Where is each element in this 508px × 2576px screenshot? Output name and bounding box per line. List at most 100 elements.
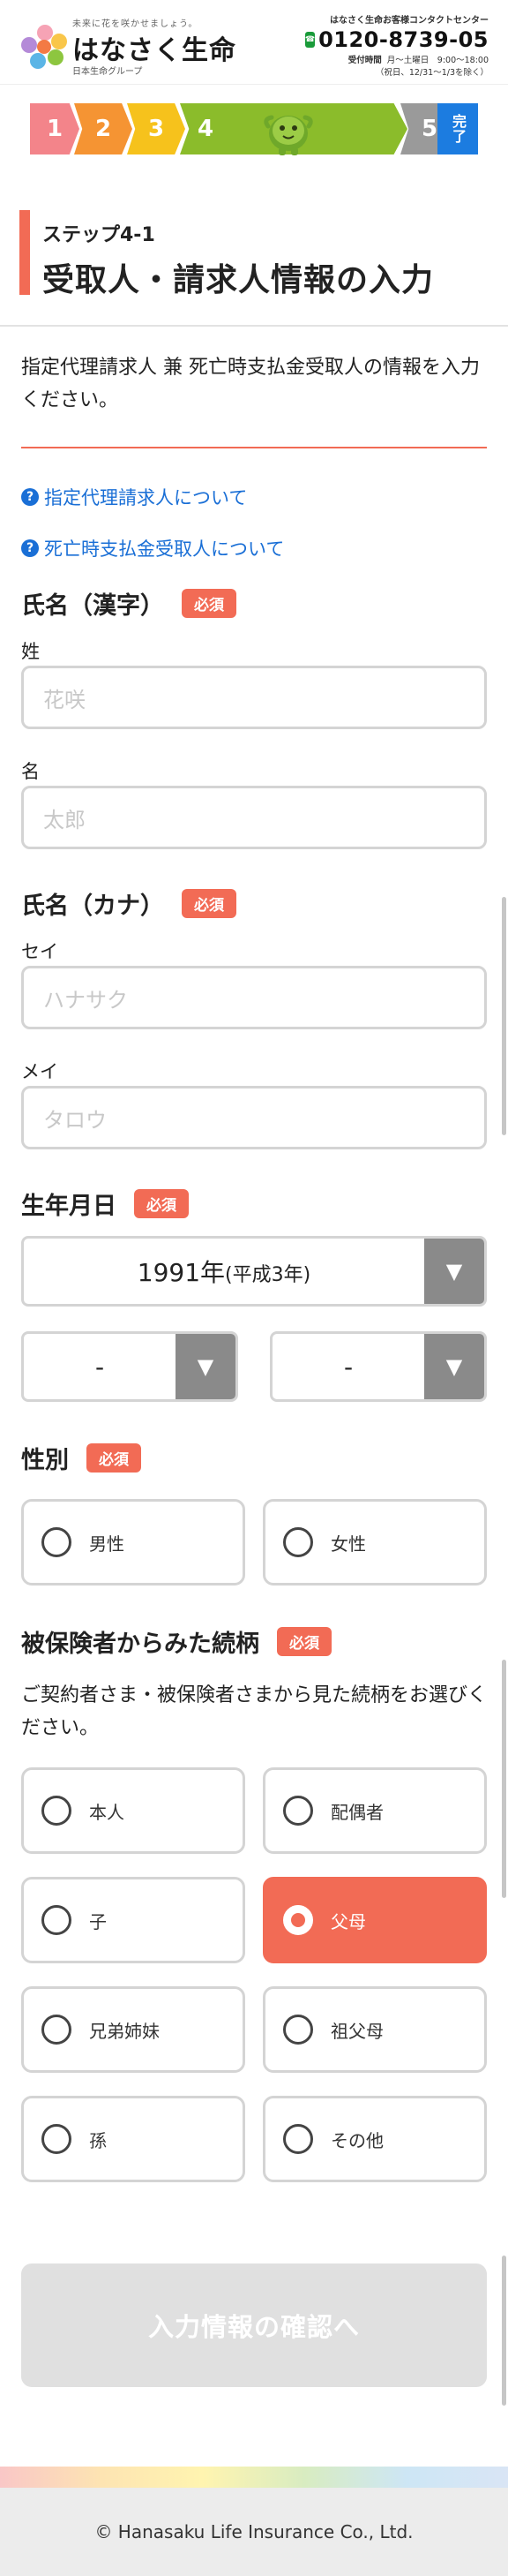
radio-label: 父母 [331, 1910, 366, 1932]
step-complete: 完了 [437, 103, 478, 154]
step-subtitle: ステップ4-1 [42, 224, 155, 246]
mei-kanji-input[interactable]: 太郎 [21, 786, 487, 849]
logo-tagline: 未来に花を咲かせましょう。 [72, 19, 198, 29]
radio-label: 孫 [89, 2129, 107, 2151]
sei-kanji-input[interactable]: 花咲 [21, 666, 487, 729]
relationship-option-other[interactable]: その他 [263, 2096, 487, 2182]
radio-icon [283, 1527, 313, 1557]
radio-label: 男性 [89, 1533, 124, 1555]
scrollbar[interactable] [502, 897, 506, 1135]
gender-heading: 性別 必須 [21, 1441, 141, 1475]
logo-subtitle: 日本生命グループ [72, 67, 143, 77]
relationship-heading: 被保険者からみた続柄 必須 [21, 1624, 332, 1659]
divider [0, 325, 508, 327]
page-title-block: ステップ4-1 受取人・請求人情報の入力 [19, 210, 478, 298]
dropdown-arrow-icon: ▼ [424, 1334, 484, 1399]
birth-day-value: - [343, 1352, 354, 1382]
birth-year-text: 1991年 [137, 1258, 226, 1287]
dropdown-arrow-icon: ▼ [424, 1239, 484, 1304]
radio-icon [41, 2015, 71, 2045]
radio-icon [41, 1905, 71, 1935]
birth-day-select[interactable]: - ▼ [270, 1331, 487, 1402]
radio-selected-icon [283, 1905, 313, 1935]
relationship-label: 被保険者からみた続柄 [21, 1631, 259, 1658]
gender-label: 性別 [21, 1447, 69, 1474]
radio-label: 女性 [331, 1533, 366, 1555]
sei-kana-input[interactable]: ハナサク [21, 966, 487, 1029]
radio-icon [283, 1796, 313, 1826]
mei-kana-input[interactable]: タロウ [21, 1086, 487, 1149]
sei-kanji-label: 姓 [21, 641, 40, 662]
name-kanji-heading: 氏名（漢字） 必須 [21, 586, 236, 621]
relationship-option-self[interactable]: 本人 [21, 1767, 245, 1854]
scrollbar[interactable] [502, 2256, 506, 2406]
footer-gradient-band [0, 2467, 508, 2488]
help-link-proxy-claimant[interactable]: ? 指定代理請求人について [21, 484, 247, 510]
accent-divider [21, 447, 487, 448]
radio-label: 配偶者 [331, 1801, 384, 1823]
name-kana-heading: 氏名（カナ） 必須 [21, 886, 236, 921]
birthdate-label: 生年月日 [21, 1193, 116, 1220]
radio-label: その他 [331, 2129, 384, 2151]
confirm-button[interactable]: 入力情報の確認へ [21, 2263, 487, 2387]
required-badge: 必須 [182, 589, 236, 618]
contact-hours: 受付時間 月〜土曜日 9:00〜18:00 [312, 53, 489, 65]
hours-value: 月〜土曜日 9:00〜18:00 [386, 56, 489, 65]
relationship-option-spouse[interactable]: 配偶者 [263, 1767, 487, 1854]
flower-logo-icon [21, 25, 69, 72]
scrollbar[interactable] [502, 1660, 506, 1898]
question-icon: ? [21, 488, 39, 506]
step-3: 3 [127, 103, 185, 154]
hours-label: 受付時間 [347, 56, 382, 65]
mei-kana-label: メイ [21, 1061, 58, 1082]
page-title: 受取人・請求人情報の入力 [42, 262, 435, 298]
relationship-option-grandparent[interactable]: 祖父母 [263, 1986, 487, 2073]
help-link-death-beneficiary[interactable]: ? 死亡時支払金受取人について [21, 535, 284, 561]
birth-month-value: - [94, 1352, 105, 1382]
contact-title: はなさく生命お客様コンタクトセンター [330, 16, 489, 26]
birth-year-era: (平成3年) [225, 1264, 311, 1286]
radio-label: 本人 [89, 1801, 124, 1823]
radio-icon [283, 2124, 313, 2154]
relationship-description: ご契約者さま・被保険者さまから見た続柄をお選びください。 [21, 1684, 488, 1739]
name-kana-label: 氏名（カナ） [21, 893, 164, 920]
logo[interactable]: 未来に花を咲かせましょう。 はなさく生命 日本生命グループ [21, 14, 235, 77]
phone-number[interactable]: 0120-8739-05 [318, 27, 489, 52]
birth-year-select[interactable]: 1991年(平成3年) ▼ [21, 1236, 487, 1307]
dropdown-arrow-icon: ▼ [176, 1334, 235, 1399]
birthdate-heading: 生年月日 必須 [21, 1186, 189, 1221]
radio-label: 兄弟姉妹 [89, 2020, 160, 2042]
radio-icon [41, 1796, 71, 1826]
relationship-option-child[interactable]: 子 [21, 1877, 245, 1963]
mei-kanji-label: 名 [21, 761, 40, 782]
required-badge: 必須 [86, 1443, 141, 1473]
footer-copyright: © Hanasaku Life Insurance Co., Ltd. [0, 2488, 508, 2576]
relationship-option-sibling[interactable]: 兄弟姉妹 [21, 1986, 245, 2073]
radio-icon [41, 2124, 71, 2154]
required-badge: 必須 [182, 889, 236, 918]
step-progress: 1 2 3 4 5 完了 [30, 103, 478, 155]
radio-label: 祖父母 [331, 2020, 384, 2042]
help-link-label: 死亡時支払金受取人について [44, 539, 285, 560]
intro-text: 指定代理請求人 兼 死亡時支払金受取人の情報を入力ください。 [21, 357, 480, 411]
gender-option-female[interactable]: 女性 [263, 1499, 487, 1586]
step-complete-label: 完了 [450, 114, 467, 144]
step-4-label: 4 [198, 116, 214, 142]
radio-icon [283, 2015, 313, 2045]
help-link-label: 指定代理請求人について [44, 487, 248, 508]
question-icon: ? [21, 539, 39, 557]
relationship-option-grandchild[interactable]: 孫 [21, 2096, 245, 2182]
birth-month-select[interactable]: - ▼ [21, 1331, 238, 1402]
step-1: 1 [30, 103, 79, 154]
relationship-option-parent[interactable]: 父母 [263, 1877, 487, 1963]
contact-center: はなさく生命お客様コンタクトセンター ☎ 0120-8739-05 受付時間 月〜… [304, 12, 489, 78]
name-kanji-label: 氏名（漢字） [21, 592, 164, 620]
step-2: 2 [74, 103, 132, 154]
radio-icon [41, 1527, 71, 1557]
contact-phone-row: ☎ 0120-8739-05 [304, 27, 489, 52]
contact-hours-note: （祝日、12/31〜1/3を除く） [375, 68, 489, 78]
freedial-icon: ☎ [304, 32, 316, 48]
mascot-icon [264, 115, 313, 155]
gender-option-male[interactable]: 男性 [21, 1499, 245, 1586]
logo-name: はなさく生命 [72, 35, 236, 66]
